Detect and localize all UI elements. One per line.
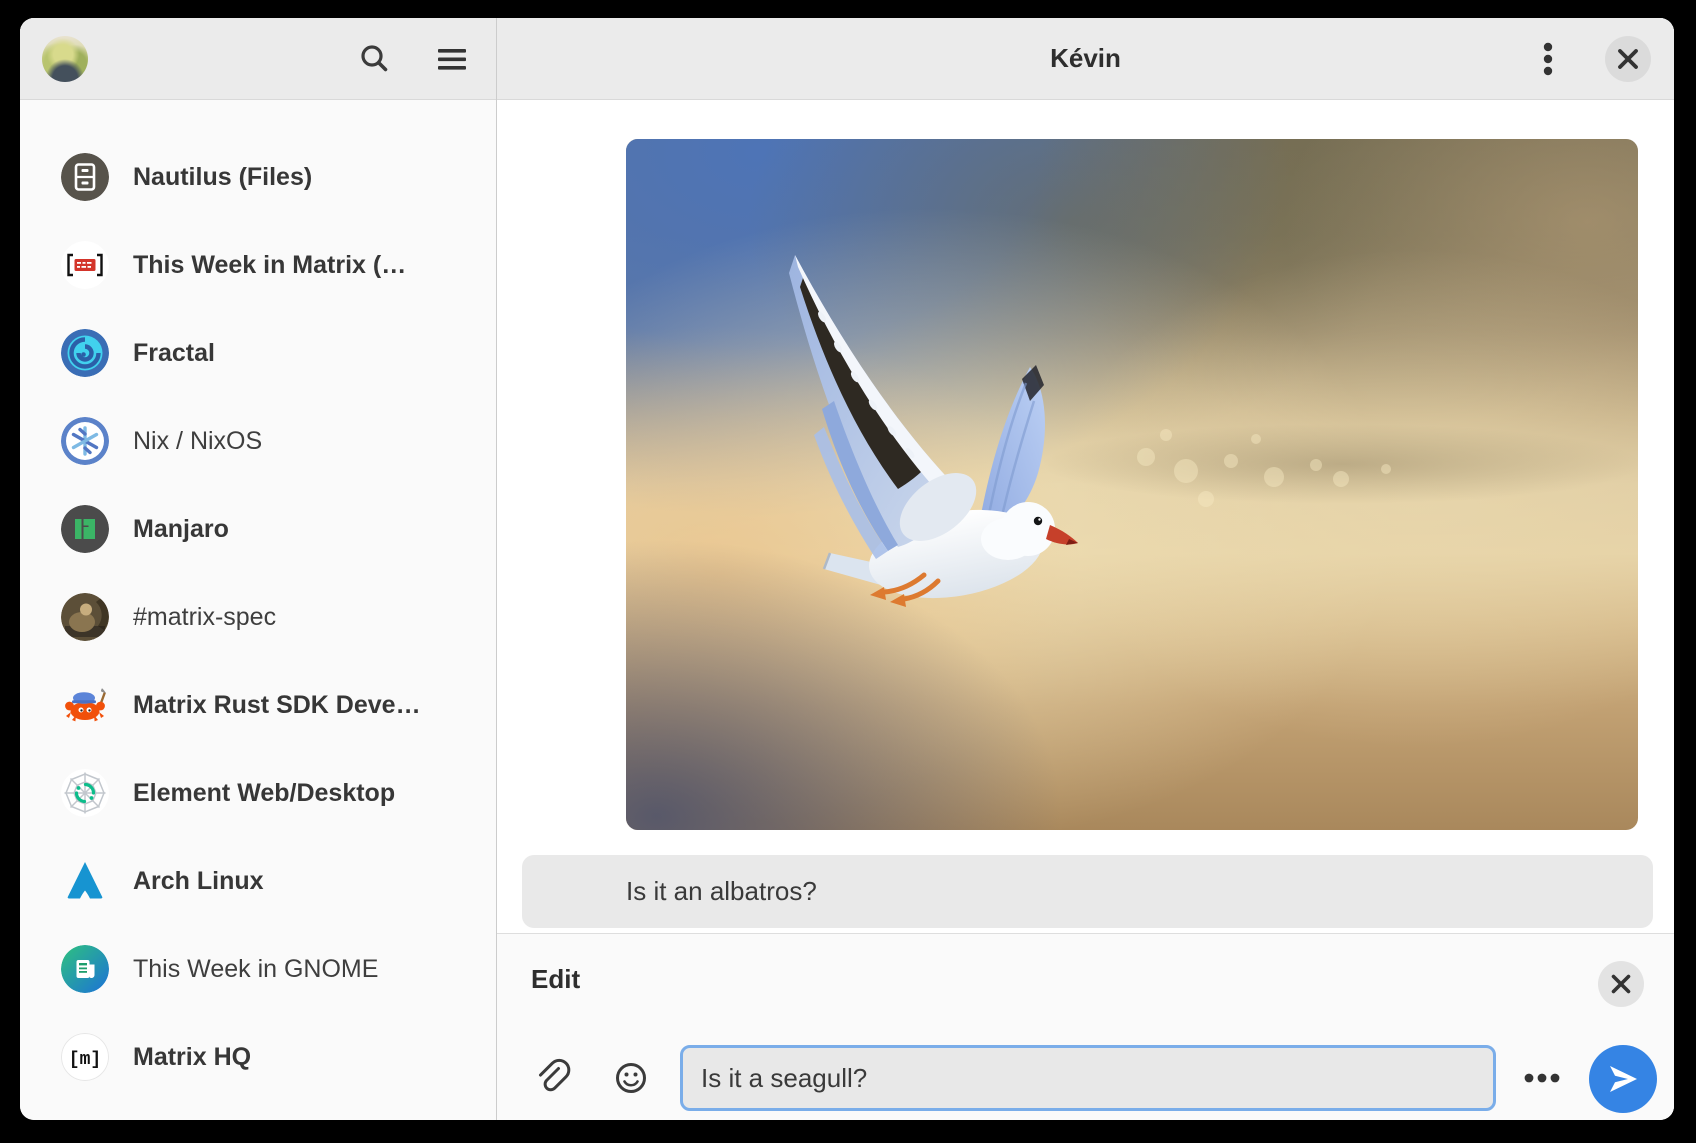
message-input[interactable] — [680, 1045, 1496, 1111]
fractal-avatar-icon — [61, 329, 109, 377]
seagull-photo-graphic — [626, 139, 1638, 830]
ferris-avatar-icon — [61, 681, 109, 729]
sidebar: Nautilus (Files) This Week in Matrix (… — [20, 18, 497, 1120]
room-item-rust-sdk[interactable]: Matrix Rust SDK Deve… — [20, 661, 496, 749]
room-item-matrix-hq[interactable]: [m] Matrix HQ — [20, 1013, 496, 1101]
message-text: Is it an albatros? — [522, 876, 817, 907]
room-label: Matrix HQ — [133, 1043, 251, 1072]
room-label: This Week in Matrix (… — [133, 251, 406, 280]
search-button[interactable] — [352, 37, 396, 81]
hamburger-menu-icon — [430, 37, 474, 81]
room-item-twig[interactable]: This Week in GNOME — [20, 925, 496, 1013]
room-label: Matrix Rust SDK Deve… — [133, 691, 421, 720]
paper-plane-icon — [1605, 1061, 1641, 1097]
main-menu-button[interactable] — [430, 37, 474, 81]
close-icon — [1605, 36, 1651, 82]
edit-mode-label: Edit — [531, 964, 580, 995]
chat-pane: Kévin — [497, 18, 1674, 1120]
element-avatar-icon — [61, 769, 109, 817]
horizontal-ellipsis-icon — [1520, 1056, 1564, 1100]
room-menu-button[interactable] — [1526, 37, 1570, 81]
room-item-fractal[interactable]: Fractal — [20, 309, 496, 397]
room-item-matrix-spec[interactable]: #matrix-spec — [20, 573, 496, 661]
window-close-button[interactable] — [1605, 36, 1651, 82]
room-item-nautilus[interactable]: Nautilus (Files) — [20, 133, 496, 221]
vertical-ellipsis-icon — [1526, 37, 1570, 81]
room-label: #matrix-spec — [133, 603, 276, 632]
room-list: Nautilus (Files) This Week in Matrix (… — [20, 100, 496, 1101]
room-item-element[interactable]: Element Web/Desktop — [20, 749, 496, 837]
attach-file-button[interactable] — [529, 1056, 573, 1100]
room-label: Nix / NixOS — [133, 427, 262, 456]
room-label: Arch Linux — [133, 867, 264, 896]
room-item-nixos[interactable]: Nix / NixOS — [20, 397, 496, 485]
chat-title: Kévin — [497, 18, 1674, 99]
room-item-arch[interactable]: Arch Linux — [20, 837, 496, 925]
image-message[interactable] — [626, 139, 1638, 830]
room-label: Manjaro — [133, 515, 229, 544]
nautilus-avatar-icon — [61, 153, 109, 201]
matrix-hq-avatar-text: [m] — [69, 1050, 101, 1070]
room-item-twim[interactable]: This Week in Matrix (… — [20, 221, 496, 309]
twim-avatar-icon — [61, 241, 109, 289]
room-label: Nautilus (Files) — [133, 163, 312, 192]
cancel-edit-button[interactable] — [1598, 961, 1644, 1007]
message-history: Is it an albatros? — [497, 100, 1674, 933]
smiley-icon — [609, 1056, 653, 1100]
emoji-button[interactable] — [609, 1056, 653, 1100]
matrix-spec-avatar-icon — [61, 593, 109, 641]
composer: Edit — [497, 933, 1674, 1120]
user-avatar[interactable] — [42, 36, 88, 82]
manjaro-avatar-icon — [61, 505, 109, 553]
room-label: This Week in GNOME — [133, 955, 378, 984]
paperclip-icon — [529, 1056, 573, 1100]
chat-header: Kévin — [497, 18, 1674, 100]
room-item-manjaro[interactable]: Manjaro — [20, 485, 496, 573]
send-button[interactable] — [1589, 1045, 1657, 1113]
more-options-button[interactable] — [1520, 1056, 1564, 1100]
room-label: Fractal — [133, 339, 215, 368]
fractal-window: Nautilus (Files) This Week in Matrix (… — [20, 18, 1674, 1120]
sidebar-header — [20, 18, 496, 100]
twig-avatar-icon — [61, 945, 109, 993]
close-icon — [1598, 961, 1644, 1007]
matrix-hq-avatar-icon: [m] — [61, 1033, 109, 1081]
arch-avatar-icon — [61, 857, 109, 905]
search-icon — [352, 37, 396, 81]
nix-avatar-icon — [61, 417, 109, 465]
room-label: Element Web/Desktop — [133, 779, 395, 808]
message-being-edited[interactable]: Is it an albatros? — [522, 855, 1653, 928]
